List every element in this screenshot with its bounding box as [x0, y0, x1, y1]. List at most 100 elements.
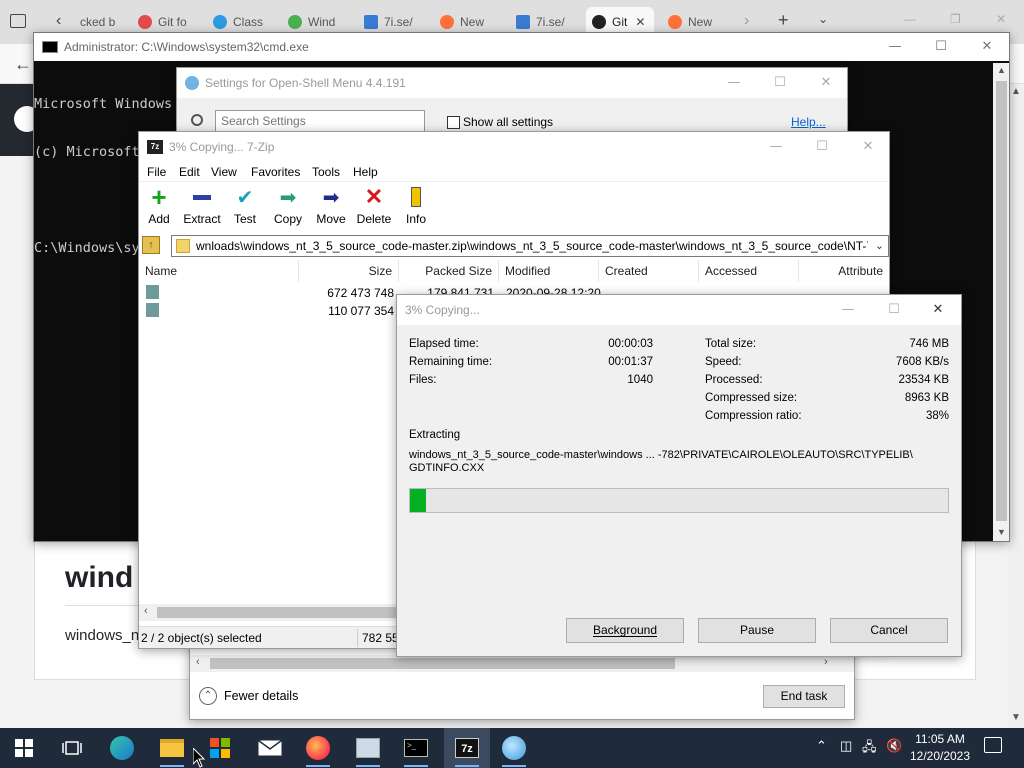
add-button[interactable]: + Add — [137, 182, 181, 227]
end-task-button[interactable]: End task — [763, 685, 845, 708]
volume-muted-icon[interactable]: 🔇 — [886, 738, 902, 754]
cancel-button[interactable]: Cancel — [830, 618, 948, 643]
7zip-minimize-icon[interactable]: — — [753, 132, 799, 162]
task-manager-taskbar-button[interactable] — [352, 732, 384, 767]
task-view-button[interactable] — [56, 732, 88, 764]
scroll-down-icon[interactable]: ▼ — [997, 527, 1006, 537]
new-tab-icon[interactable]: + — [778, 10, 789, 31]
move-button[interactable]: ➡ Move — [309, 184, 353, 227]
test-button[interactable]: ✔ Test — [223, 184, 267, 227]
col-packed-size[interactable]: Packed Size — [399, 260, 499, 282]
menu-favorites[interactable]: Favorites — [251, 165, 300, 179]
menu-tools[interactable]: Tools — [312, 165, 340, 179]
menu-file[interactable]: File — [147, 165, 166, 179]
page-heading: wind — [65, 561, 134, 594]
delete-button[interactable]: ✕ Delete — [352, 184, 396, 226]
openshell-taskbar-button[interactable] — [498, 732, 530, 767]
scroll-left-icon[interactable]: ‹ — [144, 605, 148, 617]
scroll-thumb[interactable] — [157, 607, 397, 618]
tool-label: Extract — [183, 212, 221, 226]
explorer-taskbar-button[interactable] — [156, 732, 188, 767]
path-combobox[interactable]: wnloads\windows_nt_3_5_source_code-maste… — [171, 235, 889, 257]
menu-help[interactable]: Help — [353, 165, 378, 179]
fewer-details-icon[interactable]: ⌃ — [199, 687, 217, 705]
menu-view[interactable]: View — [211, 165, 237, 179]
copy-close-icon[interactable]: ✕ — [915, 295, 961, 325]
scroll-thumb[interactable] — [210, 658, 675, 669]
openshell-minimize-icon[interactable]: — — [711, 68, 757, 98]
7zip-icon: 7z — [455, 738, 479, 758]
info-button[interactable]: Info — [394, 184, 438, 226]
col-name[interactable]: Name — [139, 260, 299, 282]
7zip-maximize-icon[interactable]: ☐ — [799, 132, 845, 162]
scroll-thumb[interactable] — [996, 81, 1007, 521]
start-button[interactable] — [8, 732, 40, 764]
scroll-up-icon[interactable]: ▲ — [997, 65, 1006, 75]
shell-icon — [502, 736, 526, 760]
scroll-left-icon[interactable]: ‹ — [196, 656, 200, 668]
copy-button[interactable]: ➡ Copy — [266, 184, 310, 227]
help-link[interactable]: Help... — [791, 115, 826, 129]
pause-button[interactable]: Pause — [698, 618, 816, 643]
processed-label: Processed: — [705, 374, 763, 386]
clock-date[interactable]: 12/20/2023 — [906, 749, 974, 763]
background-button[interactable]: Background — [566, 618, 684, 643]
firefox-taskbar-button[interactable] — [302, 732, 334, 767]
cmd-minimize-icon[interactable]: — — [872, 33, 918, 61]
browser-close-icon[interactable]: ✕ — [996, 12, 1006, 26]
store-taskbar-button[interactable] — [204, 732, 236, 764]
speed-value: 7608 KB/s — [895, 356, 949, 368]
col-accessed[interactable]: Accessed — [699, 260, 799, 282]
fewer-details-link[interactable]: Fewer details — [224, 689, 298, 703]
status-size: 782 55 — [362, 631, 399, 645]
cmd-maximize-icon[interactable]: ☐ — [918, 33, 964, 61]
edge-taskbar-button[interactable] — [106, 732, 138, 764]
cmd-scrollbar[interactable]: ▲ ▼ — [993, 63, 1009, 541]
openshell-close-icon[interactable]: ✕ — [803, 68, 847, 98]
tab-overview-icon[interactable] — [10, 14, 26, 28]
notification-icon[interactable] — [984, 737, 1002, 753]
col-modified[interactable]: Modified — [499, 260, 599, 282]
file-list-hscroll[interactable]: ‹ — [139, 604, 399, 621]
mail-taskbar-button[interactable] — [254, 732, 286, 764]
back-tab-icon[interactable]: ‹ — [56, 12, 61, 30]
forward-tab-icon[interactable]: › — [744, 12, 749, 30]
col-attributes[interactable]: Attribute — [799, 260, 889, 282]
page-text: windows_n — [65, 627, 140, 644]
network-icon[interactable]: 🖧 — [862, 738, 877, 760]
7zip-taskbar-button[interactable]: 7z — [451, 732, 483, 767]
cmd-close-icon[interactable]: ✕ — [964, 33, 1009, 61]
browser-restore-icon[interactable]: ❐ — [950, 12, 961, 26]
cancel-label: Cancel — [870, 623, 908, 637]
copy-title: 3% Copying... — [405, 303, 480, 317]
menu-edit[interactable]: Edit — [179, 165, 200, 179]
cmd-taskbar-button[interactable]: >_ — [400, 732, 432, 767]
search-settings-input[interactable] — [215, 110, 425, 132]
close-tab-icon[interactable]: ✕ — [635, 15, 645, 29]
browser-scrollbar[interactable]: ▲ ▼ — [1008, 84, 1024, 728]
scroll-right-icon[interactable]: › — [824, 656, 828, 668]
openshell-maximize-icon[interactable]: ☐ — [757, 68, 803, 98]
compression-ratio-value: 38% — [925, 410, 949, 422]
show-hidden-icons-icon[interactable]: ⌃ — [816, 738, 827, 754]
operation-label: Extracting — [409, 429, 461, 441]
clock-time[interactable]: 11:05 AM — [906, 732, 974, 746]
taskmgr-hscroll[interactable]: ‹ › — [190, 655, 854, 672]
extract-button[interactable]: Extract — [180, 184, 224, 226]
col-created[interactable]: Created — [599, 260, 699, 282]
scroll-down-icon[interactable]: ▼ — [1011, 712, 1021, 723]
col-size[interactable]: Size — [299, 260, 399, 282]
minus-icon — [180, 184, 224, 210]
7zip-close-icon[interactable]: ✕ — [845, 132, 889, 162]
back-arrow-icon[interactable]: ← — [14, 54, 32, 75]
tab-list-icon[interactable]: ⌄ — [818, 12, 828, 26]
firefox-icon — [440, 15, 454, 29]
show-all-checkbox[interactable] — [447, 116, 460, 129]
up-folder-button[interactable]: ↑ — [142, 236, 160, 254]
copy-maximize-icon[interactable]: ☐ — [871, 295, 917, 325]
copy-minimize-icon[interactable]: — — [825, 295, 871, 325]
tray-app-icon[interactable]: ◫ — [840, 738, 852, 754]
scroll-up-icon[interactable]: ▲ — [1011, 86, 1021, 97]
chevron-down-icon[interactable]: ⌄ — [875, 239, 884, 252]
browser-minimize-icon[interactable]: — — [904, 12, 916, 26]
